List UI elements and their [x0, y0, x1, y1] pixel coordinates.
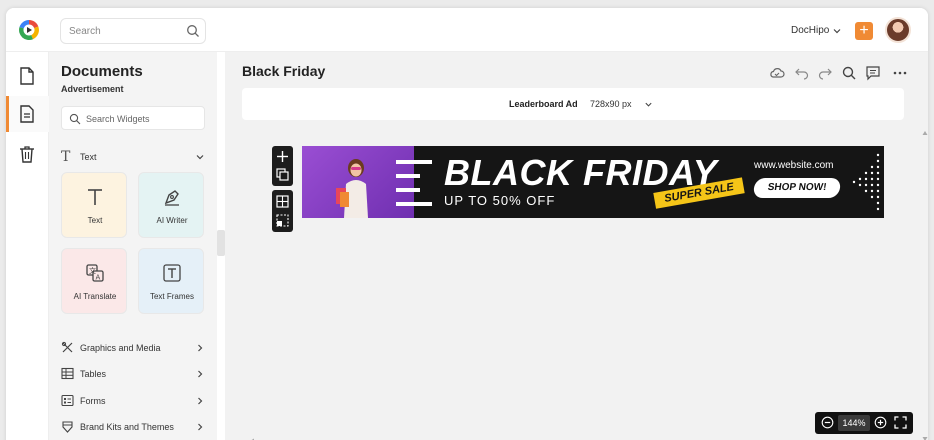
category-label: Brand Kits and Themes: [80, 422, 174, 432]
dochipo-logo[interactable]: [18, 19, 40, 41]
section-text-label: Text: [80, 152, 97, 162]
widget-search-placeholder: Search Widgets: [86, 114, 150, 124]
chevron-right-icon: [198, 423, 203, 431]
svg-text:A: A: [96, 274, 101, 282]
widget-card-label: Text: [87, 216, 103, 225]
widget-search-input[interactable]: Search Widgets: [61, 106, 205, 130]
grid-icon[interactable]: [275, 194, 290, 209]
chevron-down-icon[interactable]: [832, 26, 842, 36]
editor-canvas-area: Black Friday Leaderboard Ad 728x90 px BL…: [225, 52, 928, 440]
graphics-icon: [61, 341, 73, 353]
zoom-controls: 144%: [815, 412, 913, 434]
chevron-right-icon: [198, 370, 203, 378]
chevron-down-icon: [196, 155, 204, 160]
workspace-name[interactable]: DocHipo: [791, 25, 829, 36]
text-icon: [88, 189, 102, 205]
element-toolbar-group-2: [272, 190, 293, 232]
document-active-icon: [20, 105, 34, 123]
cloud-save-icon[interactable]: [769, 65, 785, 81]
widget-card-ai-translate[interactable]: 文 A AI Translate: [61, 248, 127, 314]
create-new-button[interactable]: +: [855, 22, 873, 40]
resize-icon[interactable]: [275, 213, 290, 228]
chevron-down-icon: [645, 102, 652, 107]
banner-website: www.website.com: [754, 160, 834, 171]
search-placeholder: Search: [69, 26, 101, 37]
zoom-out-icon[interactable]: [821, 416, 834, 429]
app-window: Search DocHipo + Documents Advertisement…: [6, 8, 928, 440]
widget-card-label: AI Writer: [156, 216, 188, 225]
category-label: Graphics and Media: [80, 343, 161, 353]
rail-item-documents[interactable]: [6, 58, 49, 94]
zoom-level[interactable]: 144%: [838, 415, 870, 431]
zoom-in-icon[interactable]: [874, 416, 887, 429]
scroll-down-arrow[interactable]: [922, 436, 928, 440]
category-tables[interactable]: Tables: [61, 366, 205, 382]
add-page-icon[interactable]: [275, 149, 290, 164]
text-type-icon: T: [61, 149, 71, 165]
avatar[interactable]: [885, 17, 911, 43]
chevron-right-icon: [198, 344, 203, 352]
dot-pattern-decoration: [852, 153, 880, 211]
panel-title: Documents: [61, 63, 143, 80]
leaderboard-ad-banner[interactable]: BLACK FRIDAY UP TO 50% OFF SUPER SALE ww…: [302, 146, 884, 218]
widget-card-text[interactable]: Text: [61, 172, 127, 238]
category-label: Forms: [80, 396, 106, 406]
text-frame-icon: [163, 264, 181, 282]
chevron-right-icon: [198, 397, 203, 405]
size-preset-label: Leaderboard Ad: [509, 99, 578, 109]
category-label: Tables: [80, 369, 107, 379]
panel-subtitle: Advertisement: [61, 84, 124, 94]
search-icon[interactable]: [841, 65, 857, 81]
widget-card-ai-writer[interactable]: AI Writer: [138, 172, 204, 238]
widget-card-label: AI Translate: [73, 292, 117, 301]
widget-panel: Documents Advertisement Search Widgets T…: [49, 52, 217, 440]
comment-icon[interactable]: [865, 65, 881, 81]
search-icon[interactable]: [186, 24, 200, 38]
undo-icon[interactable]: [794, 65, 810, 81]
canvas-size-selector[interactable]: Leaderboard Ad 728x90 px: [242, 88, 904, 120]
search-input[interactable]: Search: [60, 18, 206, 44]
table-icon: [61, 367, 74, 380]
fit-to-screen-icon[interactable]: [894, 416, 907, 429]
shop-now-button: SHOP NOW!: [752, 178, 842, 198]
rail-item-document-active[interactable]: [6, 96, 49, 132]
shopper-illustration: [336, 159, 368, 218]
widget-card-text-frames[interactable]: Text Frames: [138, 248, 204, 314]
duplicate-icon[interactable]: [275, 167, 290, 182]
document-title[interactable]: Black Friday: [242, 63, 325, 79]
more-options-icon[interactable]: [892, 65, 908, 81]
left-rail: [6, 52, 49, 440]
element-toolbar-group-1: [272, 146, 293, 186]
form-icon: [61, 394, 74, 407]
rail-item-trash[interactable]: [6, 136, 49, 172]
banner-subline: UP TO 50% OFF: [444, 193, 556, 208]
category-brand-kits-and-themes[interactable]: Brand Kits and Themes: [61, 419, 205, 435]
top-bar: Search DocHipo +: [6, 8, 928, 52]
widget-card-label: Text Frames: [149, 292, 194, 301]
element-toolbar: [272, 146, 293, 234]
size-dimensions: 728x90 px: [590, 99, 632, 109]
pen-nib-icon: [164, 190, 179, 206]
translate-icon: 文 A: [86, 264, 104, 282]
search-icon: [69, 113, 81, 125]
trash-icon: [20, 146, 34, 163]
documents-icon: [20, 67, 34, 85]
category-graphics-and-media[interactable]: Graphics and Media: [61, 340, 205, 356]
stripes-decoration: [396, 160, 432, 206]
brand-kit-icon: [62, 421, 73, 433]
banner-headline: BLACK FRIDAY: [444, 152, 718, 193]
section-text-header[interactable]: T Text: [61, 149, 205, 165]
category-forms[interactable]: Forms: [61, 393, 205, 409]
redo-icon[interactable]: [817, 65, 833, 81]
panel-collapse-handle[interactable]: [217, 230, 225, 256]
scroll-up-arrow[interactable]: [922, 130, 928, 136]
